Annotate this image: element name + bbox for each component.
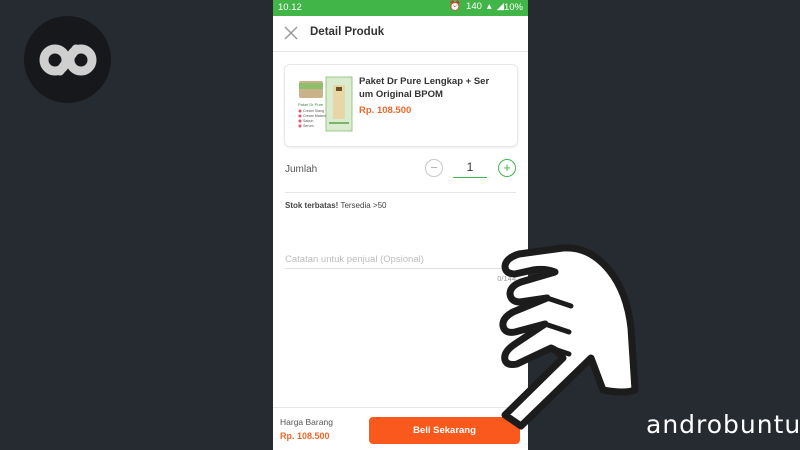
quantity-input[interactable] — [453, 157, 487, 178]
quantity-label: Jumlah — [285, 164, 318, 175]
signal-icon: ◢ — [496, 1, 504, 12]
close-icon[interactable] — [283, 25, 299, 41]
status-icons: ⏰ 140 ▴ ◢ — [449, 1, 504, 12]
image-line-2: Cream Siang — [303, 109, 324, 113]
image-line-4: Sabun — [303, 119, 313, 123]
stock-info: Stok terbatas! Tersedia >50 — [285, 201, 386, 210]
stock-warning: Stok terbatas! — [285, 201, 339, 210]
seller-note-input[interactable] — [285, 250, 516, 269]
total-price-label: Harga Barang — [280, 417, 333, 427]
status-bar: 10.12 ⏰ 140 ▴ ◢ 10% — [273, 0, 528, 16]
minus-circle-icon[interactable]: − — [425, 159, 443, 177]
product-card[interactable]: Paket Dr Pure Cream Siang Cream Malam Sa… — [284, 64, 518, 147]
header: Detail Produk — [273, 16, 528, 52]
signal-strength-text: 140 — [466, 1, 482, 12]
product-name: Paket Dr Pure Lengkap + Ser um Original … — [359, 76, 490, 100]
image-line-3: Cream Malam — [303, 114, 326, 118]
image-line-1: Paket Dr Pure — [298, 102, 324, 107]
plus-circle-icon[interactable]: + — [498, 159, 516, 177]
alarm-icon: ⏰ — [449, 1, 462, 12]
product-image: Paket Dr Pure Cream Siang Cream Malam Sa… — [295, 73, 357, 135]
page-title: Detail Produk — [310, 26, 385, 38]
product-price: Rp. 108.500 — [359, 105, 412, 116]
battery-level: 10% — [503, 2, 523, 13]
image-line-5: Serum — [303, 124, 314, 128]
androbuntu-logo-icon — [24, 16, 111, 103]
total-price-value: Rp. 108.500 — [280, 431, 330, 441]
status-time: 10.12 — [278, 2, 302, 13]
wifi-icon: ▴ — [486, 1, 492, 12]
divider — [285, 192, 516, 193]
pointing-hand-icon — [499, 244, 639, 430]
brand-name: androbuntu — [646, 410, 800, 439]
stock-available: Tersedia >50 — [338, 201, 387, 210]
